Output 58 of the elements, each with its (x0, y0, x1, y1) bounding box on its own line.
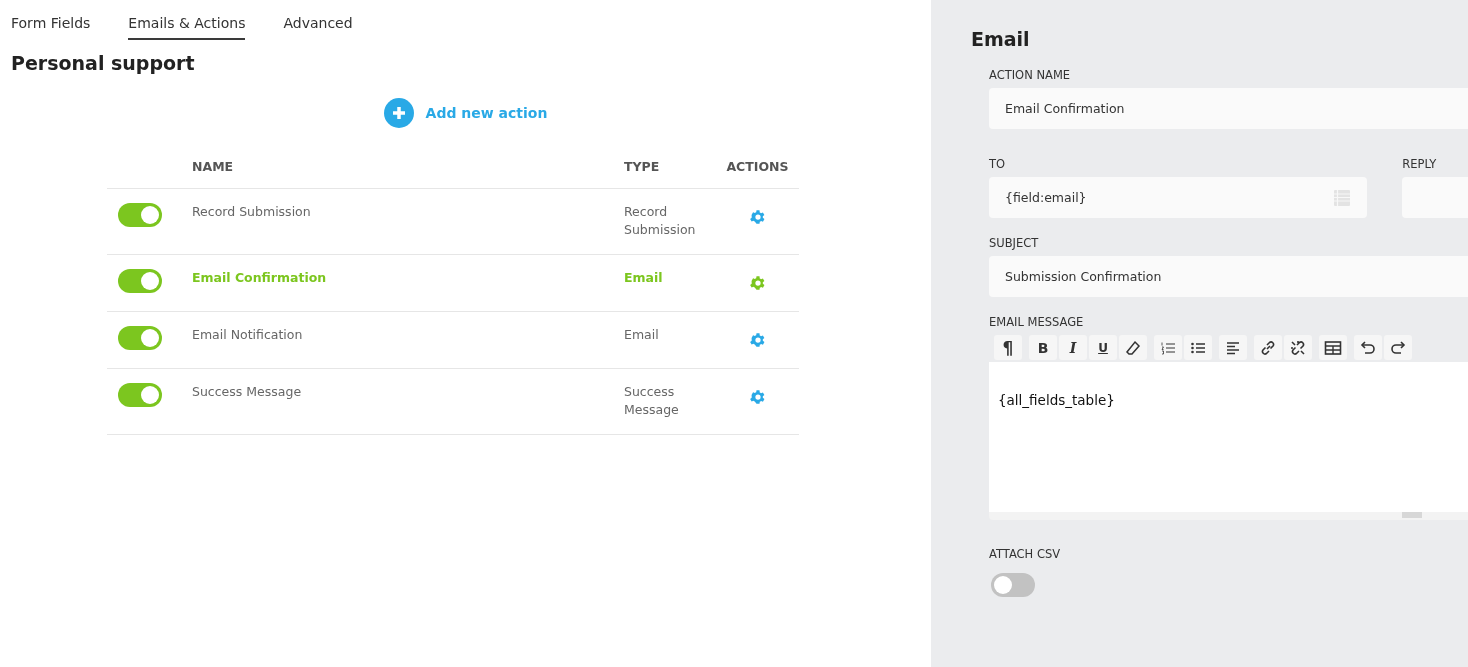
undo-button[interactable] (1354, 335, 1382, 360)
field-label: EMAIL MESSAGE (989, 315, 1085, 329)
field-label: TO (989, 157, 1007, 171)
field-label: ACTION NAME (989, 68, 1072, 82)
table-cell-text: Record Submission (192, 203, 312, 221)
field-label: ATTACH CSV (989, 547, 1062, 561)
table-icon (1324, 339, 1342, 356)
bold-button[interactable]: B (1029, 335, 1057, 360)
toggle-switch[interactable] (118, 383, 162, 407)
column-header: ACTIONS (725, 159, 790, 174)
settings-icon[interactable] (748, 331, 767, 349)
table-cell-text: Success Message (624, 383, 680, 419)
toggle-switch[interactable] (991, 573, 1035, 597)
eraser-icon (1125, 339, 1141, 356)
link-button[interactable] (1254, 335, 1282, 360)
table-cell-text: Email (624, 326, 660, 344)
link-icon (1259, 338, 1277, 357)
paragraph-button[interactable]: ¶ (994, 335, 1022, 360)
table-cell-text: Email Confirmation (192, 269, 328, 287)
redo-button[interactable] (1384, 335, 1412, 360)
unlink-icon (1289, 338, 1307, 357)
form-title: Personal support (11, 52, 196, 74)
settings-icon[interactable] (748, 388, 767, 406)
toggle-switch[interactable] (118, 203, 162, 227)
panel-title: Email (971, 28, 1031, 50)
table-cell-text: Record Submission (624, 203, 697, 239)
message-editor[interactable]: {all_fields_table} (989, 362, 1468, 512)
redo-icon (1389, 339, 1407, 356)
plus-icon (383, 98, 414, 128)
table-cell-text: Email Notification (192, 326, 304, 344)
settings-icon[interactable] (748, 208, 767, 226)
to-field[interactable]: {field:email} (989, 177, 1368, 218)
tab[interactable]: Form Fields (11, 13, 91, 40)
column-header: TYPE (624, 159, 661, 174)
toggle-switch[interactable] (118, 326, 162, 350)
align-left-button[interactable] (1219, 335, 1247, 360)
resize-handle-icon[interactable] (1401, 512, 1422, 518)
subject-field[interactable]: Submission Confirmation (989, 256, 1468, 297)
tab[interactable]: Emails & Actions (128, 13, 246, 40)
toggle-switch[interactable] (118, 269, 162, 293)
table-button[interactable] (1319, 335, 1347, 360)
bullet-list-button[interactable] (1184, 335, 1212, 360)
action-name-field[interactable]: Email Confirmation (989, 88, 1468, 129)
numbered-list-button[interactable] (1154, 335, 1182, 360)
field-label: REPLY (1402, 157, 1438, 171)
settings-icon[interactable] (748, 274, 767, 292)
unlink-button[interactable] (1284, 335, 1312, 360)
table-cell-text: Success Message (192, 383, 303, 401)
column-header: NAME (192, 159, 235, 174)
underline-button[interactable]: U (1089, 335, 1117, 360)
align-left-icon (1225, 339, 1241, 356)
table-cell-text: Email (624, 269, 664, 287)
field-label: SUBJECT (989, 236, 1040, 250)
tab[interactable]: Advanced (283, 13, 353, 40)
undo-icon (1359, 339, 1377, 356)
message-text: {all_fields_table} (998, 392, 1116, 408)
clear-format-button[interactable] (1119, 335, 1147, 360)
italic-button[interactable]: I (1059, 335, 1087, 360)
